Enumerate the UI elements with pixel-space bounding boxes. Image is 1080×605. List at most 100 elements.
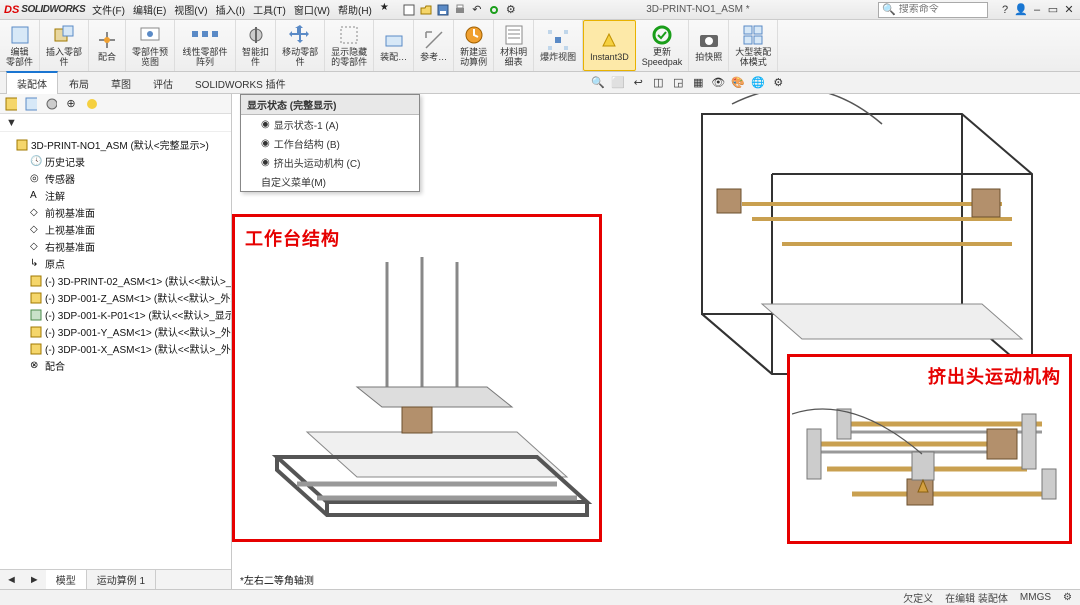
- status-bar: 欠定义 在编辑 装配体 MMGS ⚙: [0, 589, 1080, 605]
- popup-item[interactable]: ◉工作台结构 (B): [241, 134, 419, 153]
- tab-sketch[interactable]: 草图: [100, 72, 142, 94]
- tab-addins[interactable]: SOLIDWORKS 插件: [184, 72, 297, 94]
- user-icon[interactable]: 👤: [1014, 3, 1028, 17]
- tree-item[interactable]: 🕓历史记录: [30, 153, 229, 170]
- menu-tools[interactable]: 工具(T): [250, 1, 289, 18]
- tree-tab-feature-icon[interactable]: [4, 97, 18, 111]
- print-icon[interactable]: [453, 3, 467, 17]
- save-icon[interactable]: [436, 3, 450, 17]
- rib-assembly-features[interactable]: 装配…: [374, 20, 414, 71]
- display-style-icon[interactable]: ▦: [690, 75, 706, 91]
- model-extruder-mechanism: [792, 374, 1067, 539]
- appearance-icon[interactable]: 🎨: [730, 75, 746, 91]
- rib-insert-component[interactable]: 插入零部 件: [40, 20, 89, 71]
- tree-tab-property-icon[interactable]: [24, 97, 38, 111]
- tree-item[interactable]: ◇右视基准面: [30, 238, 229, 255]
- tree-item[interactable]: ◎传感器: [30, 170, 229, 187]
- tree-item[interactable]: A注解: [30, 187, 229, 204]
- rib-instant3d[interactable]: Instant3D: [583, 20, 636, 71]
- rib-reference[interactable]: 参考…: [414, 20, 454, 71]
- rib-large-assembly[interactable]: 大型装配 体模式: [729, 20, 778, 71]
- zoom-area-icon[interactable]: ⬜: [610, 75, 626, 91]
- subasm-icon: [30, 326, 42, 338]
- rib-show-hidden[interactable]: 显示隐藏 的零部件: [325, 20, 374, 71]
- menu-help[interactable]: 帮助(H): [335, 1, 375, 18]
- tree-item[interactable]: (-) 3DP-001-Y_ASM<1> (默认<<默认>_外观…: [30, 323, 229, 340]
- tab-assembly[interactable]: 装配体: [6, 71, 58, 94]
- mates-icon: ⊗: [30, 360, 42, 372]
- rib-explode[interactable]: 爆炸视图: [534, 20, 583, 71]
- status-units[interactable]: MMGS: [1020, 592, 1051, 603]
- menu-edit[interactable]: 编辑(E): [130, 1, 169, 18]
- tree-tab-dim-icon[interactable]: ⊕: [64, 97, 78, 111]
- tree-item[interactable]: ◇前视基准面: [30, 204, 229, 221]
- menu-star[interactable]: ★: [377, 1, 392, 18]
- command-tab-strip: 装配体 布局 草图 评估 SOLIDWORKS 插件 🔍 ⬜ ↩ ◫ ◲ ▦ 👁…: [0, 72, 1080, 94]
- minimize-icon[interactable]: –: [1030, 3, 1044, 17]
- tab-evaluate[interactable]: 评估: [142, 72, 184, 94]
- part-icon: [30, 309, 42, 321]
- menu-window[interactable]: 窗口(W): [291, 1, 333, 18]
- close-icon[interactable]: ✕: [1062, 3, 1076, 17]
- plane-icon: ◇: [30, 224, 42, 236]
- tree-tab-config-icon[interactable]: [44, 97, 58, 111]
- view-settings-icon[interactable]: ⚙: [770, 75, 786, 91]
- new-icon[interactable]: [402, 3, 416, 17]
- open-icon[interactable]: [419, 3, 433, 17]
- btm-tab-motion[interactable]: 运动算例 1: [87, 570, 156, 589]
- view-orient-icon[interactable]: ◲: [670, 75, 686, 91]
- tab-nav-left[interactable]: ◄: [0, 574, 23, 586]
- tree-item[interactable]: (-) 3D-PRINT-02_ASM<1> (默认<<默认>_外…: [30, 272, 229, 289]
- btm-tab-model[interactable]: 模型: [46, 570, 87, 589]
- tab-nav-right[interactable]: ►: [23, 574, 46, 586]
- rib-snapshot[interactable]: 拍快照: [689, 20, 729, 71]
- rib-preview[interactable]: 零部件预 览图: [126, 20, 175, 71]
- rebuild-icon[interactable]: [487, 3, 501, 17]
- tree-item[interactable]: (-) 3DP-001-X_ASM<1> (默认<<默认>_外观…: [30, 340, 229, 357]
- tree-item[interactable]: ◇上视基准面: [30, 221, 229, 238]
- rib-mate[interactable]: 配合: [89, 20, 126, 71]
- popup-item[interactable]: ◉挤出头运动机构 (C): [241, 153, 419, 172]
- feature-tree[interactable]: 3D-PRINT-NO1_ASM (默认<完整显示>) 🕓历史记录 ◎传感器 A…: [0, 132, 231, 569]
- plane-icon: ◇: [30, 241, 42, 253]
- tree-item[interactable]: (-) 3DP-001-Z_ASM<1> (默认<<默认>_外观…: [30, 289, 229, 306]
- tree-tab-display-icon[interactable]: [84, 97, 98, 111]
- tree-item[interactable]: (-) 3DP-001-K-P01<1> (默认<<默认>_显示…: [30, 306, 229, 323]
- options-icon[interactable]: ⚙: [504, 3, 518, 17]
- rib-motion-study[interactable]: 新建运 动算例: [454, 20, 494, 71]
- section-view-icon[interactable]: ◫: [650, 75, 666, 91]
- menu-insert[interactable]: 插入(I): [213, 1, 248, 18]
- tree-filter[interactable]: ▼: [0, 114, 231, 132]
- rib-speedpak[interactable]: 更新 Speedpak: [636, 20, 690, 71]
- rib-bom[interactable]: 材料明 细表: [494, 20, 534, 71]
- status-edit-mode: 在编辑 装配体: [945, 590, 1008, 605]
- popup-item[interactable]: ◉显示状态-1 (A): [241, 115, 419, 134]
- logo-text: SOLIDWORKS: [21, 4, 85, 15]
- model-worktable: [247, 252, 597, 532]
- rib-move-component[interactable]: 移动零部 件: [276, 20, 325, 71]
- zoom-fit-icon[interactable]: 🔍: [590, 75, 606, 91]
- subasm-icon: [30, 275, 42, 287]
- help-icon[interactable]: ?: [998, 3, 1012, 17]
- graphics-viewport[interactable]: 显示状态 (完整显示) ◉显示状态-1 (A) ◉工作台结构 (B) ◉挤出头运…: [232, 94, 1080, 589]
- status-gear-icon[interactable]: ⚙: [1063, 592, 1072, 603]
- undo-icon[interactable]: ↶: [470, 3, 484, 17]
- rib-edit-component[interactable]: 编辑 零部件: [0, 20, 40, 71]
- tree-item[interactable]: ⊗配合: [30, 357, 229, 374]
- rib-linear-pattern[interactable]: 线性零部件阵列: [175, 20, 236, 71]
- app-logo: DS SOLIDWORKS: [4, 4, 85, 16]
- search-input[interactable]: [899, 4, 984, 15]
- rib-smart-fastener[interactable]: 智能扣 件: [236, 20, 276, 71]
- tree-root[interactable]: 3D-PRINT-NO1_ASM (默认<完整显示>): [16, 136, 229, 153]
- subasm-icon: [30, 343, 42, 355]
- tree-item[interactable]: ↳原点: [30, 255, 229, 272]
- scene-icon[interactable]: 🌐: [750, 75, 766, 91]
- tab-layout[interactable]: 布局: [58, 72, 100, 94]
- menu-file[interactable]: 文件(F): [89, 1, 128, 18]
- popup-item[interactable]: 自定义菜单(M): [241, 172, 419, 191]
- prev-view-icon[interactable]: ↩: [630, 75, 646, 91]
- maximize-icon[interactable]: ▭: [1046, 3, 1060, 17]
- command-search[interactable]: 🔍: [878, 2, 988, 18]
- menu-view[interactable]: 视图(V): [171, 1, 210, 18]
- hide-show-icon[interactable]: 👁: [710, 75, 726, 91]
